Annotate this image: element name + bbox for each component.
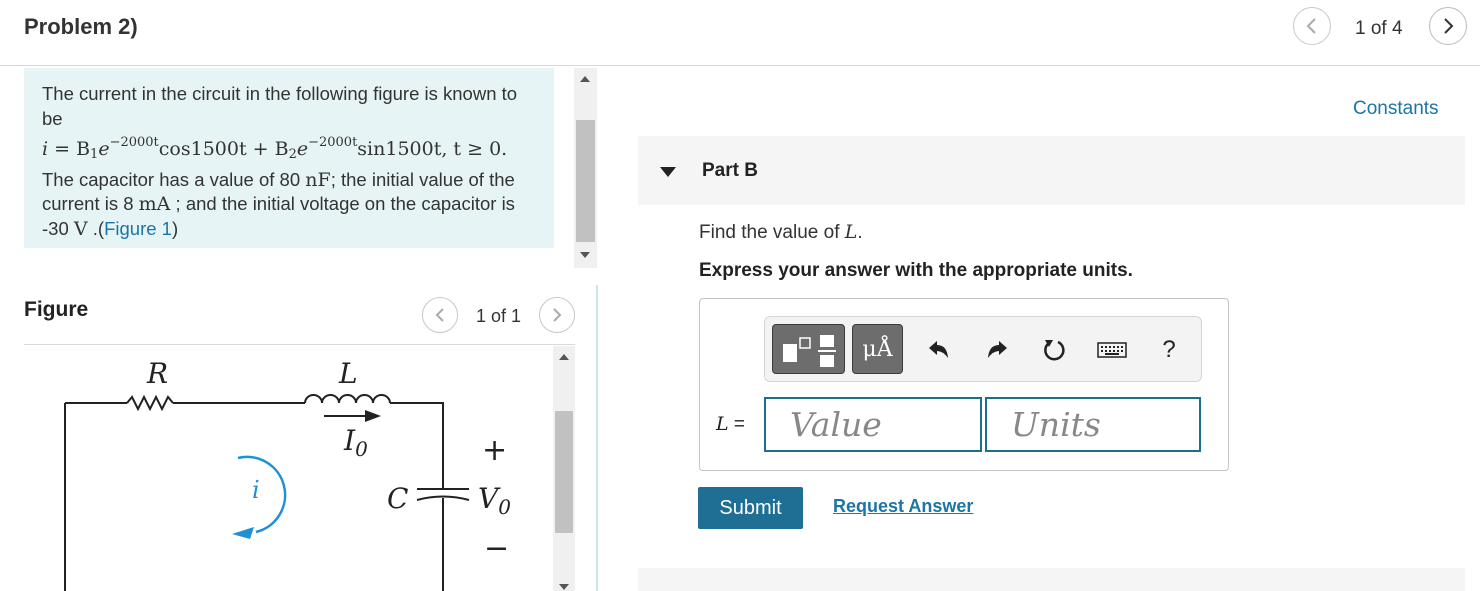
templates-button[interactable]: [772, 324, 845, 374]
submit-button[interactable]: Submit: [698, 487, 803, 529]
next-problem-button[interactable]: [1429, 7, 1467, 45]
figure-heading: Figure: [24, 298, 89, 321]
intro-text: The capacitor has a value of 80: [42, 168, 306, 190]
units-button[interactable]: μÅ: [852, 324, 903, 374]
question-text: Find the value of L.: [699, 221, 863, 243]
circuit-diagram: R L I0 i C V0 + −: [64, 357, 511, 591]
intro-equation: i = B1e−2000tcos1500t + B2e−2000tsin1500…: [42, 135, 508, 162]
instruction-text: Express your answer with the appropriate…: [699, 260, 1133, 281]
label-i: i: [252, 476, 260, 504]
label-plus: +: [482, 433, 507, 468]
templates-icon: [783, 335, 836, 367]
scroll-down-arrow[interactable]: [580, 252, 590, 258]
prev-problem-button[interactable]: [1293, 7, 1331, 45]
keyboard-button[interactable]: [1092, 330, 1132, 370]
label-V0: V0: [478, 482, 511, 519]
label-minus: −: [484, 531, 509, 566]
units-input[interactable]: Units: [985, 397, 1201, 452]
chevron-left-icon: [435, 308, 444, 322]
undo-button[interactable]: [919, 330, 959, 370]
prev-figure-button[interactable]: [422, 297, 458, 333]
intro-scroll-thumb[interactable]: [576, 120, 595, 242]
figure-pager: 1 of 1: [476, 306, 522, 326]
chevron-right-icon: [1444, 18, 1454, 34]
collapse-triangle-icon[interactable]: [660, 167, 676, 177]
unit-v: V: [73, 217, 88, 240]
figure-scroll-down-arrow[interactable]: [559, 584, 569, 590]
next-figure-button[interactable]: [539, 297, 575, 333]
problem-intro: The current in the circuit in the follow…: [24, 68, 554, 248]
current-arrowhead-I0: [365, 410, 381, 422]
problem-title: Problem 2): [24, 14, 138, 39]
circuit-wire-top-right: [390, 402, 444, 489]
constants-link[interactable]: Constants: [1353, 98, 1439, 120]
chevron-right-icon: [553, 308, 562, 322]
problem-pager: 1 of 4: [1355, 18, 1403, 39]
label-R: R: [146, 357, 168, 390]
answer-lhs: L =: [716, 413, 745, 435]
part-title: Part B: [702, 160, 758, 181]
figure-scroll-thumb[interactable]: [555, 411, 573, 533]
scroll-up-arrow[interactable]: [580, 76, 590, 82]
label-L: L: [338, 357, 358, 390]
loop-current-arrow: [237, 455, 287, 534]
next-part-bar: [638, 568, 1465, 591]
redo-icon: [988, 341, 1007, 358]
request-answer-link[interactable]: Request Answer: [833, 496, 973, 517]
resistor-symbol: [126, 394, 174, 412]
figure-scroll-up-arrow[interactable]: [559, 354, 569, 360]
value-input[interactable]: Value: [764, 397, 982, 452]
unit-nf: nF: [305, 168, 331, 191]
figure-link[interactable]: Figure 1: [104, 218, 172, 239]
reset-button[interactable]: [1034, 330, 1074, 370]
units-icon: μÅ: [862, 336, 893, 362]
label-C: C: [387, 482, 408, 515]
unit-ma: mA: [138, 193, 171, 215]
header-bar: Problem 2) 1 of 4: [0, 0, 1480, 66]
panel-divider: [596, 285, 598, 591]
label-I0: I0: [343, 424, 368, 461]
part-b-header[interactable]: [638, 136, 1465, 205]
help-icon: ?: [1162, 336, 1176, 363]
redo-button[interactable]: [977, 330, 1017, 370]
chevron-left-icon: [1306, 18, 1316, 34]
keyboard-icon: [1097, 342, 1127, 358]
reset-icon: [1044, 340, 1065, 361]
intro-line1: The current in the circuit in the follow…: [42, 83, 518, 129]
undo-icon: [929, 341, 948, 358]
loop-current-arrowhead: [232, 527, 254, 539]
help-button[interactable]: ?: [1149, 330, 1189, 370]
figure-divider: [24, 344, 575, 345]
math-toolbar: μÅ ?: [764, 316, 1202, 382]
inductor-symbol: [304, 394, 391, 404]
